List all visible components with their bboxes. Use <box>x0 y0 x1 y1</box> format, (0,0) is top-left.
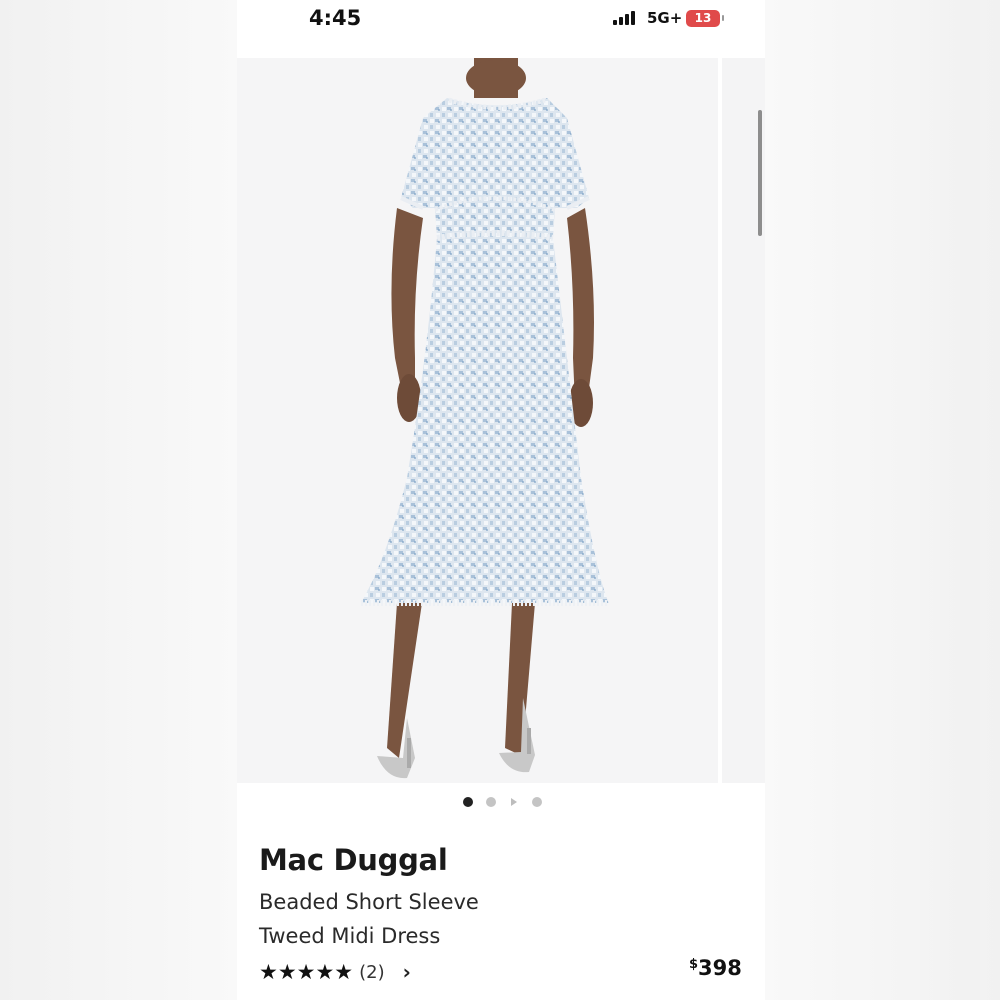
currency-symbol: $ <box>689 957 699 972</box>
battery-icon: 13 <box>686 10 720 27</box>
battery-tip <box>722 15 724 21</box>
status-time: 4:45 <box>309 6 362 30</box>
review-count: (2) <box>359 961 385 983</box>
price-value: 398 <box>698 956 742 980</box>
pagination-dot-4[interactable] <box>532 797 542 807</box>
model-in-dress-image <box>361 58 609 779</box>
pagination-dot-1[interactable] <box>463 797 473 807</box>
chevron-right-icon[interactable]: › <box>403 960 411 984</box>
star-rating-icon: ★★★★★ <box>259 960 354 984</box>
product-title-line-1: Beaded Short Sleeve <box>259 890 479 914</box>
gallery-pagination <box>237 793 765 811</box>
product-image-gallery[interactable] <box>237 58 765 783</box>
video-play-icon[interactable] <box>511 798 517 806</box>
backdrop-left <box>0 0 237 1000</box>
scrollbar[interactable] <box>758 110 762 236</box>
product-photo[interactable] <box>237 58 718 783</box>
status-bar: 4:45 5G+ 13 <box>237 0 765 58</box>
brand-name[interactable]: Mac Duggal <box>259 843 448 877</box>
product-title: Beaded Short Sleeve Tweed Midi Dress <box>259 885 619 953</box>
network-type: 5G+ <box>647 9 683 27</box>
phone-screen: 4:45 5G+ 13 Mac Duggal Beaded Short Slee… <box>237 0 765 1000</box>
price: $398 <box>689 956 742 980</box>
pagination-dot-2[interactable] <box>486 797 496 807</box>
rating-row[interactable]: ★★★★★ (2) › <box>259 958 411 986</box>
backdrop-right <box>765 0 1000 1000</box>
signal-icon <box>613 11 635 25</box>
product-title-line-2: Tweed Midi Dress <box>259 924 441 948</box>
